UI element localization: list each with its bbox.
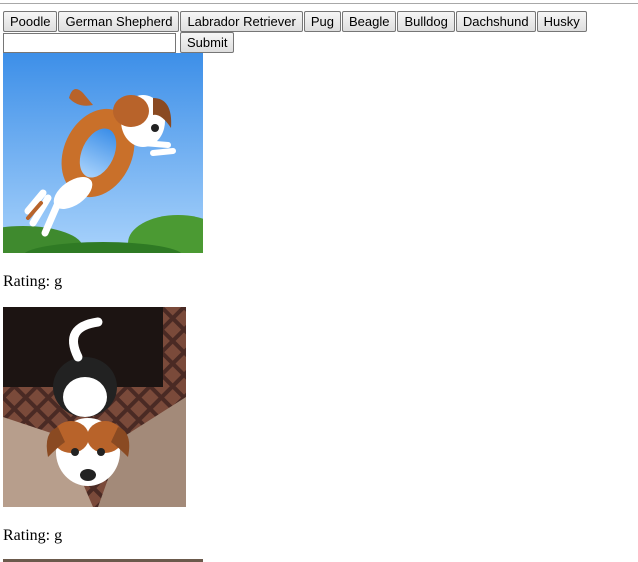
bulldog-button[interactable]: Bulldog: [397, 11, 455, 32]
poodle-button[interactable]: Poodle: [3, 11, 58, 32]
rating-text: Rating: g: [3, 527, 63, 544]
dachshund-button[interactable]: Dachshund: [455, 11, 536, 32]
beagle-button[interactable]: Beagle: [341, 11, 397, 32]
submit-button[interactable]: Submit: [180, 32, 235, 53]
breed-button-bar: Poodle German Shepherd Labrador Retrieve…: [3, 11, 588, 32]
search-form: Submit: [3, 32, 235, 53]
husky-button[interactable]: Husky: [536, 11, 587, 32]
labrador-retriever-button[interactable]: Labrador Retriever: [180, 11, 303, 32]
pug-button[interactable]: Pug: [303, 11, 341, 32]
top-divider: [0, 3, 638, 4]
beagle-couch-gif: [3, 307, 186, 507]
beagle-flying-gif: [3, 53, 203, 253]
german-shepherd-button[interactable]: German Shepherd: [58, 11, 180, 32]
rating-text: Rating: g: [3, 273, 63, 290]
search-input[interactable]: [3, 32, 176, 53]
